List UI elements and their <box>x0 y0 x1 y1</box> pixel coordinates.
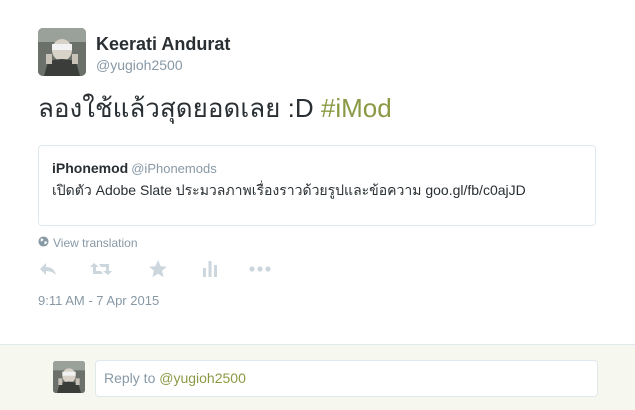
globe-icon <box>38 236 49 250</box>
more-button[interactable] <box>249 259 271 281</box>
view-translation-link[interactable]: View translation <box>38 236 138 250</box>
bar-chart-icon <box>203 261 217 277</box>
quoted-author-handle: @iPhonemods <box>131 161 217 176</box>
more-dots-icon <box>249 266 271 272</box>
tweet-text: ลองใช้แล้วสุดยอดเลย :D #iMod <box>38 88 392 128</box>
avatar-image <box>53 361 85 393</box>
author-avatar[interactable] <box>38 28 86 76</box>
current-user-avatar <box>53 361 85 393</box>
author-screen-name[interactable]: @yugioh2500 <box>96 57 183 73</box>
quoted-author: iPhonemod @iPhonemods <box>52 160 217 176</box>
avatar-image <box>38 28 86 76</box>
tweet-text-body: ลองใช้แล้วสุดยอดเลย :D <box>38 93 321 123</box>
view-translation-label: View translation <box>53 236 138 250</box>
tweet-timestamp[interactable]: 9:11 AM - 7 Apr 2015 <box>38 293 159 308</box>
quoted-author-name: iPhonemod <box>52 160 129 176</box>
retweet-icon <box>90 263 112 275</box>
retweet-button[interactable] <box>90 259 112 281</box>
tweet-card: Keerati Andurat @yugioh2500 ลองใช้แล้วสุ… <box>0 0 635 344</box>
reply-placeholder-mention: @yugioh2500 <box>159 370 246 386</box>
quoted-tweet[interactable]: iPhonemod @iPhonemods เปิดตัว Adobe Slate… <box>38 145 596 226</box>
analytics-button[interactable] <box>202 259 224 281</box>
reply-button[interactable] <box>38 259 60 281</box>
hashtag-link[interactable]: #iMod <box>321 93 392 123</box>
reply-input[interactable]: Reply to @yugioh2500 <box>95 360 598 397</box>
quoted-tweet-text: เปิดตัว Adobe Slate ประมวลภาพเรื่องราวด้… <box>52 182 526 198</box>
star-icon <box>149 260 167 278</box>
reply-icon <box>40 263 56 275</box>
reply-area: Reply to @yugioh2500 <box>0 344 635 410</box>
author-display-name[interactable]: Keerati Andurat <box>96 34 230 55</box>
reply-placeholder-prefix: Reply to <box>104 370 160 386</box>
favorite-button[interactable] <box>148 259 170 281</box>
